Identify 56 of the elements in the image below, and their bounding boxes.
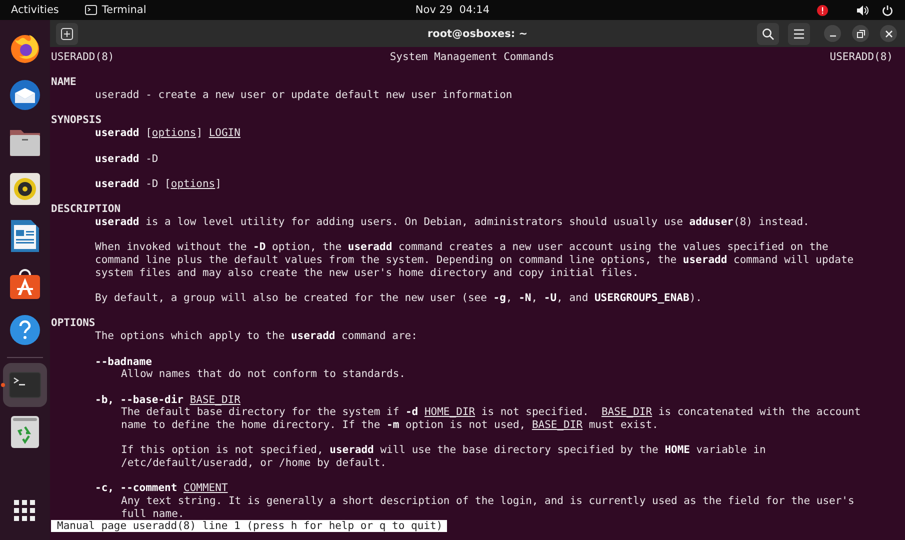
folder-icon	[9, 127, 41, 157]
menu-button[interactable]	[788, 22, 810, 44]
man-header: USERADD(8)	[51, 51, 114, 64]
power-icon[interactable]	[882, 4, 893, 16]
man-text: -c, --comment COMMENT	[95, 482, 228, 494]
man-text: -b, --base-dir BASE_DIR	[95, 394, 240, 406]
terminal-icon	[84, 5, 97, 15]
menu-icon	[793, 28, 805, 38]
close-icon	[884, 30, 892, 38]
man-header: System Management Commands	[390, 51, 554, 64]
globe-flame-icon	[9, 32, 41, 64]
alert-icon[interactable]	[817, 4, 828, 16]
man-text: Any text string. It is generally a short description of the login, and is currently used as the field for the user's	[121, 495, 854, 508]
terminal-icon	[9, 372, 41, 398]
new-tab-button[interactable]	[56, 22, 78, 44]
man-text: The options which apply to the useradd command are:	[95, 330, 418, 342]
man-text: useradd -D	[95, 152, 158, 164]
recycle-bin-icon	[11, 416, 39, 448]
man-text: If this option is not specified, useradd will use the base directory specified by the HOME variable in	[121, 444, 766, 456]
activities-button[interactable]: Activities	[11, 4, 59, 16]
man-text: When invoked without the -D option, the useradd command creates a new user account using the values specified on the	[95, 241, 828, 254]
man-text: The default base directory for the system if -d HOME_DIR is not specified. BASE_DIR is concatenated with the account	[121, 406, 861, 418]
man-text: /etc/default/useradd, or /home by default.	[121, 457, 387, 469]
app-menu[interactable]: Terminal	[102, 4, 146, 16]
section-heading: NAME	[51, 76, 76, 88]
man-text: command line plus the default values from the system. Depending on command line options, the useradd command will update	[95, 254, 854, 266]
maximize-button[interactable]	[852, 25, 869, 42]
search-button[interactable]	[757, 22, 779, 44]
man-text: useradd -D [options]	[95, 178, 222, 190]
section-heading: OPTIONS	[51, 317, 96, 330]
close-button[interactable]	[880, 25, 897, 42]
man-text: Allow names that do not conform to standards.	[121, 368, 406, 380]
man-text: system files and may also create the new user's home directory and copy initial files.	[95, 266, 639, 279]
man-text: By default, a group will also be created for the new user (see -g, -N, -U, and USERGROUPS_ENAB).	[95, 292, 702, 304]
clock[interactable]: Nov 29 04:14	[415, 4, 490, 16]
man-text: full name.	[121, 508, 184, 520]
man-text: useradd [options] LOGIN	[95, 127, 240, 140]
man-text: --badname	[95, 356, 152, 368]
man-header: USERADD(8)	[830, 51, 893, 64]
speaker-icon	[10, 173, 40, 205]
man-text: useradd is a low level utility for adding users. On Debian, administrators should usually use adduser(8) instead.	[95, 216, 810, 228]
shopping-bag-icon	[10, 267, 40, 299]
window-title: root@osboxes: ~	[427, 28, 528, 40]
man-text: name to define the home directory. If the -m option is not used, BASE_DIR must exist.	[121, 418, 658, 431]
mail-icon	[9, 79, 41, 111]
search-icon	[762, 28, 774, 40]
section-heading: SYNOPSIS	[51, 114, 102, 126]
man-text: useradd - create a new user or update default new user information	[95, 89, 512, 102]
section-heading: DESCRIPTION	[51, 203, 121, 216]
restore-icon	[856, 30, 864, 38]
help-icon	[9, 314, 41, 346]
volume-icon[interactable]	[857, 4, 869, 16]
minimize-button[interactable]	[824, 25, 841, 42]
add-tab-icon	[61, 28, 73, 40]
app-grid-icon[interactable]	[14, 500, 36, 522]
document-icon	[11, 220, 39, 252]
